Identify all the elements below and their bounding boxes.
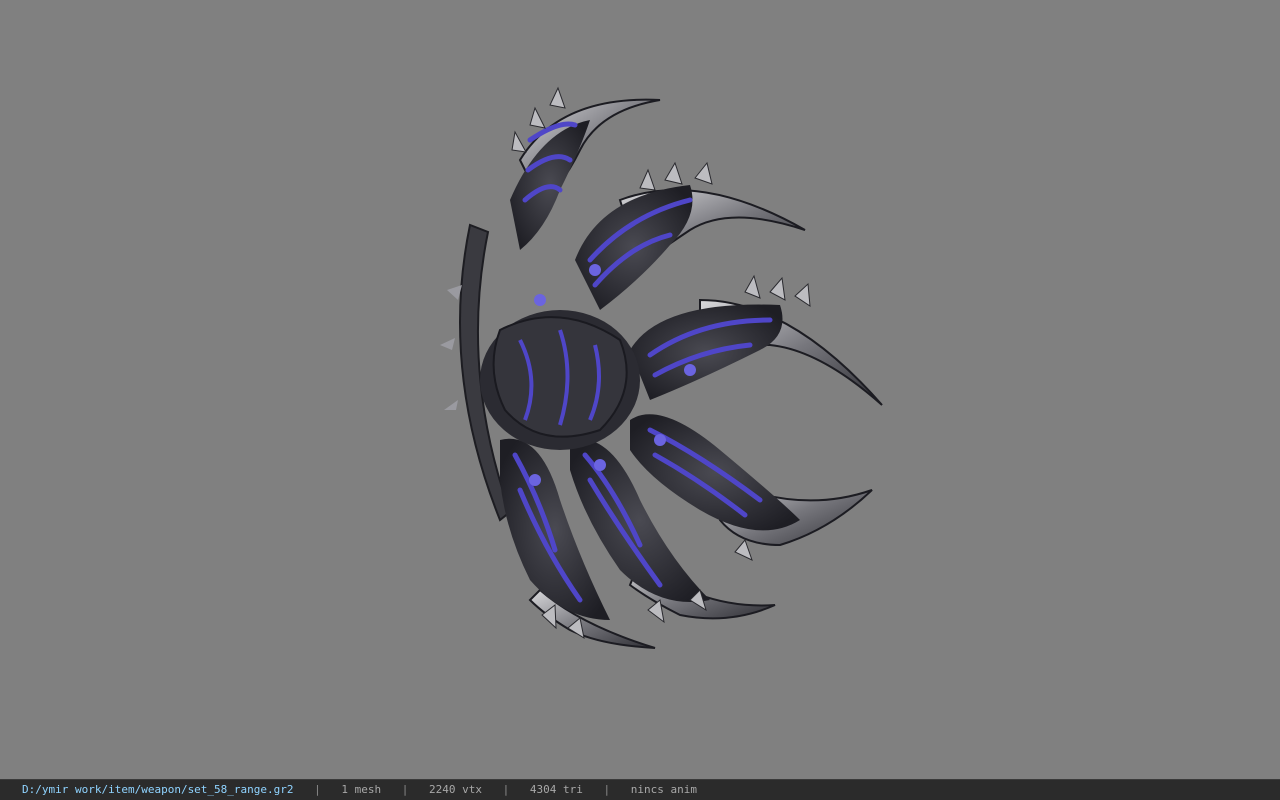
status-separator: | <box>603 783 611 796</box>
status-bar: D:/ymir work/item/weapon/set_58_range.gr… <box>0 779 1280 800</box>
mesh-count: 1 mesh <box>341 783 382 796</box>
animation-status: nincs anim <box>630 783 697 796</box>
status-separator: | <box>502 783 510 796</box>
status-separator: | <box>401 783 409 796</box>
3d-viewport[interactable] <box>0 0 1280 779</box>
weapon-model[interactable] <box>0 0 1280 779</box>
claw-blade-3 <box>630 298 883 406</box>
file-path: D:/ymir work/item/weapon/set_58_range.gr… <box>22 783 294 796</box>
vertex-count: 2240 vtx <box>429 783 483 796</box>
triangle-count: 4304 tri <box>529 783 583 796</box>
claw-blade-4 <box>630 414 873 547</box>
status-separator: | <box>314 783 321 796</box>
